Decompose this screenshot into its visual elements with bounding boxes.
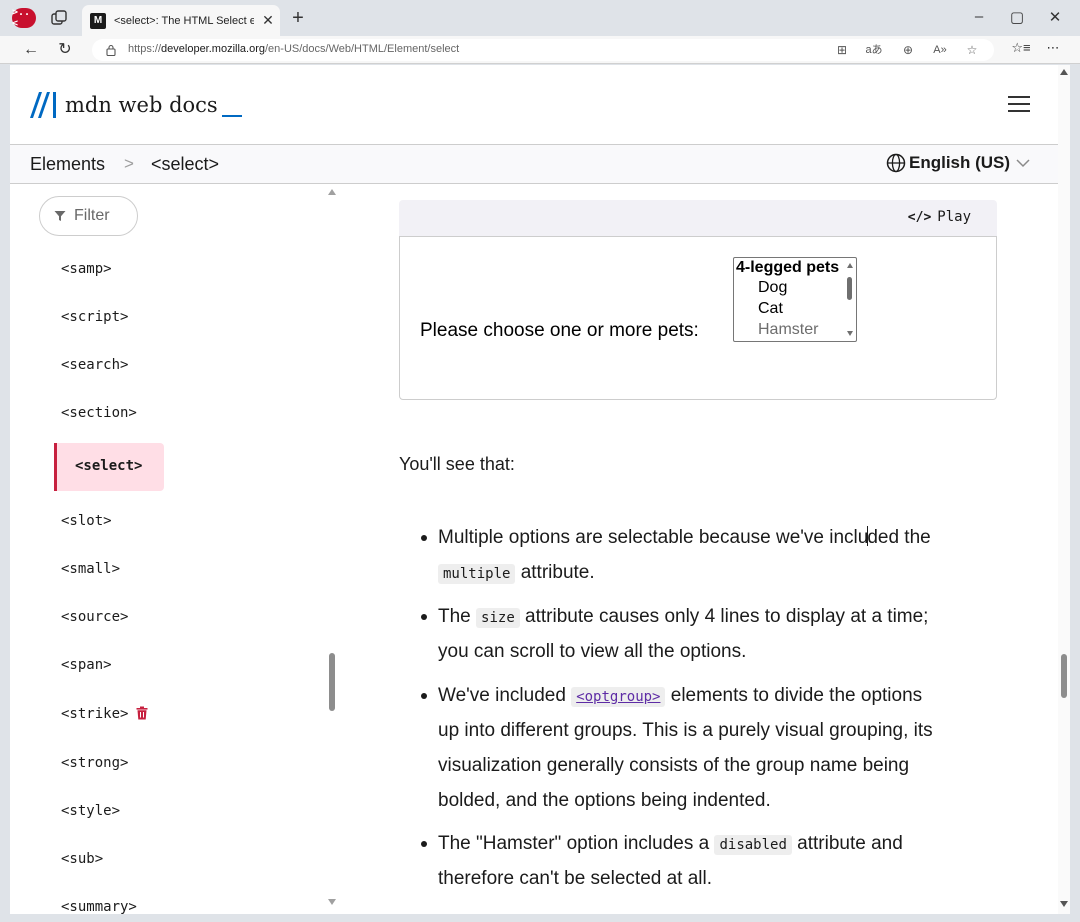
workspaces-icon[interactable]	[50, 9, 68, 27]
option-cat[interactable]: Cat	[758, 299, 783, 319]
menu-icon[interactable]	[1008, 96, 1030, 112]
sidebar-scrollbar-thumb[interactable]	[329, 653, 335, 711]
sidebar-scroll-down-icon[interactable]	[328, 899, 336, 905]
sidebar-item-strong[interactable]: <strong>	[61, 755, 128, 771]
zoom-icon[interactable]: ⊕	[898, 41, 918, 59]
page-scroll-down-icon[interactable]	[1060, 901, 1068, 907]
filter-placeholder: Filter	[74, 207, 110, 224]
globe-icon	[886, 153, 906, 173]
breadcrumb-parent[interactable]: Elements	[30, 154, 105, 175]
sidebar-item-script[interactable]: <script>	[61, 309, 128, 325]
tab-close-icon[interactable]: ✕	[260, 12, 276, 29]
sidebar-item-samp[interactable]: <samp>	[61, 261, 112, 277]
url-text: https://developer.mozilla.org/en-US/docs…	[128, 43, 460, 55]
reload-icon[interactable]: ↻	[54, 39, 76, 61]
logo-text: mdn web docs	[65, 93, 218, 117]
sidebar-item-sub[interactable]: <sub>	[61, 851, 103, 867]
page-viewport: mdn web docs Elements > <select> English…	[10, 65, 1070, 914]
sidebar-item-slot[interactable]: <slot>	[61, 513, 112, 529]
sidebar-item-small[interactable]: <small>	[61, 561, 120, 577]
active-tab[interactable]: M <select>: The HTML Select element ✕	[82, 5, 280, 36]
sidebar-item-label: <select>	[75, 458, 143, 474]
minimize-icon[interactable]: –	[964, 8, 994, 25]
main-content: </> Play Please choose one or more pets:…	[346, 185, 1058, 914]
optgroup-link[interactable]: <optgroup>	[571, 687, 666, 707]
option-dog[interactable]: Dog	[758, 278, 787, 298]
language-label: English (US)	[909, 153, 1011, 172]
url-input[interactable]: https://developer.mozilla.org/en-US/docs…	[92, 39, 994, 61]
mdn-logo-icon	[30, 92, 56, 118]
sidebar-item-search[interactable]: <search>	[61, 357, 128, 373]
sidebar-item-source[interactable]: <source>	[61, 609, 128, 625]
immersive-reader-icon[interactable]: ⊞	[832, 41, 852, 59]
sidebar-scroll-up-icon[interactable]	[328, 189, 336, 195]
code-disabled: disabled	[714, 835, 792, 855]
mdn-header: mdn web docs	[10, 65, 1058, 145]
code-icon: </>	[907, 209, 932, 225]
page-scroll-up-icon[interactable]	[1060, 69, 1068, 75]
language-switcher[interactable]: English (US)	[886, 153, 1030, 173]
play-label: Play	[937, 209, 971, 225]
star-icon[interactable]: ☆	[962, 41, 982, 59]
profile-avatar[interactable]: >..<	[12, 7, 36, 29]
page-scrollbar-thumb[interactable]	[1061, 654, 1067, 698]
read-aloud-icon[interactable]: A»	[930, 41, 950, 59]
sidebar-item-strike[interactable]: <strike>	[61, 706, 148, 722]
example-toolbar: </> Play	[399, 200, 997, 236]
lock-icon[interactable]	[106, 44, 116, 56]
select-scrollbar-thumb[interactable]	[847, 277, 852, 300]
sidebar-item-summary[interactable]: <summary>	[61, 899, 137, 914]
code-size: size	[476, 608, 520, 628]
more-icon[interactable]: ⋯	[1042, 40, 1064, 56]
trash-icon	[136, 706, 148, 720]
optgroup-label: 4-legged pets	[736, 259, 840, 276]
new-tab-icon[interactable]: +	[288, 8, 308, 28]
address-toolbar: ← ↻ https://developer.mozilla.org/en-US/…	[0, 36, 1080, 64]
pets-select[interactable]: 4-legged pets Dog Cat Hamster	[733, 257, 857, 342]
filter-icon	[54, 211, 66, 221]
translate-icon[interactable]: aあ	[864, 41, 884, 59]
favorites-icon[interactable]: ☆≡	[1010, 40, 1032, 56]
back-arrow-icon[interactable]: ←	[20, 39, 42, 61]
tab-title: <select>: The HTML Select element	[114, 14, 254, 27]
chevron-down-icon	[1016, 159, 1030, 168]
filter-input[interactable]: Filter	[39, 196, 138, 236]
mdn-favicon-icon: M	[90, 12, 106, 29]
browser-tab-bar: >..< M <select>: The HTML Select element…	[0, 0, 1080, 36]
maximize-icon[interactable]: ▢	[1002, 8, 1032, 26]
breadcrumb-current[interactable]: <select>	[151, 154, 219, 175]
sidebar-item-span[interactable]: <span>	[61, 657, 112, 673]
example-output: Please choose one or more pets: 4-legged…	[399, 236, 997, 400]
window-close-icon[interactable]: ✕	[1040, 8, 1070, 26]
intro-text: You'll see that:	[399, 454, 515, 474]
option-hamster: Hamster	[758, 321, 819, 338]
breadcrumb-separator: >	[124, 154, 134, 173]
page-scrollbar[interactable]	[1058, 65, 1070, 914]
sidebar-item-style[interactable]: <style>	[61, 803, 120, 819]
play-button[interactable]: </> Play	[908, 209, 971, 225]
mdn-logo[interactable]: mdn web docs	[29, 91, 242, 119]
sidebar-item-section[interactable]: <section>	[61, 405, 137, 421]
breadcrumb: Elements > <select> English (US)	[10, 144, 1058, 184]
sidebar: Filter <samp> <script> <search> <section…	[10, 185, 346, 914]
logo-underscore	[221, 115, 242, 117]
pets-label: Please choose one or more pets:	[420, 320, 699, 341]
code-multiple: multiple	[438, 564, 516, 584]
sidebar-item-select[interactable]: <select>	[54, 443, 164, 491]
